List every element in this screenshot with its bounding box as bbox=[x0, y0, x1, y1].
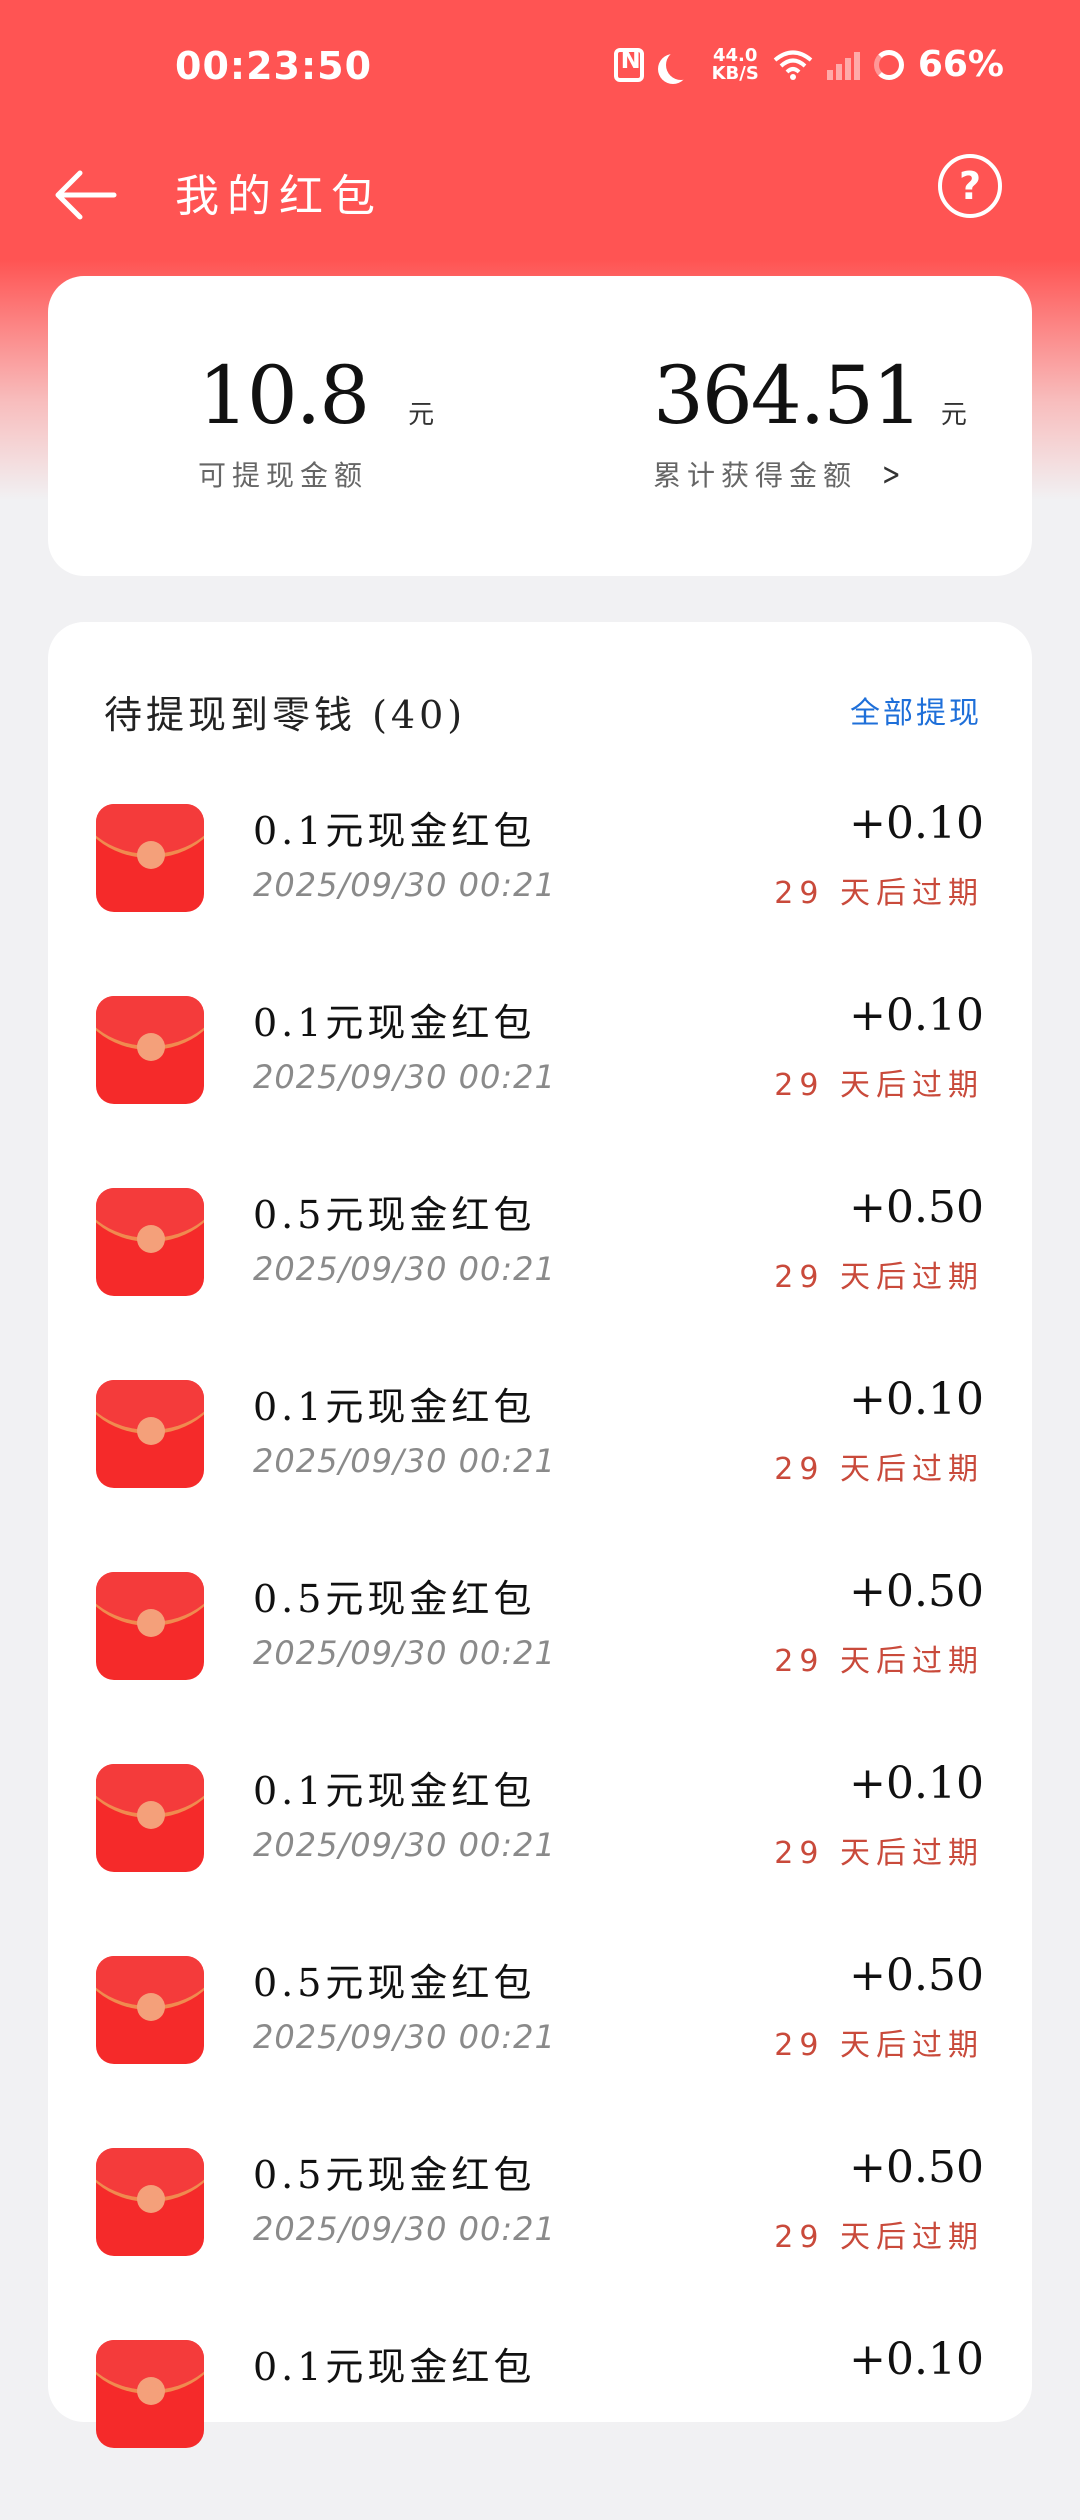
list-item[interactable]: 0.5元现金红包 2025/09/30 00:21 +0.50 29 天后过期 bbox=[48, 2136, 1032, 2328]
wifi-icon bbox=[773, 50, 813, 80]
item-expiry: 29 天后过期 bbox=[774, 1836, 984, 1871]
list-item[interactable]: 0.1元现金红包 +0.10 bbox=[48, 2328, 1032, 2520]
item-expiry: 29 天后过期 bbox=[774, 1068, 984, 1103]
item-amount: +0.50 bbox=[849, 1950, 984, 2001]
item-name: 0.1元现金红包 bbox=[253, 2345, 536, 2389]
item-amount: +0.10 bbox=[849, 1758, 984, 1809]
list-item[interactable]: 0.1元现金红包 2025/09/30 00:21 +0.10 29 天后过期 bbox=[48, 792, 1032, 984]
item-expiry: 29 天后过期 bbox=[774, 2220, 984, 2255]
list-item[interactable]: 0.1元现金红包 2025/09/30 00:21 +0.10 29 天后过期 bbox=[48, 984, 1032, 1176]
cellular-signal-icon bbox=[826, 50, 860, 80]
status-time: 00:23:50 bbox=[175, 44, 373, 88]
battery-percent: 66% bbox=[917, 44, 1004, 85]
item-amount: +0.10 bbox=[849, 798, 984, 849]
list-item[interactable]: 0.5元现金红包 2025/09/30 00:21 +0.50 29 天后过期 bbox=[48, 1176, 1032, 1368]
pending-list-title: 待提现到零钱 (40) bbox=[104, 693, 467, 737]
status-bar: 00:23:50 44.0 KB/S 66% bbox=[0, 0, 1080, 140]
item-date: 2025/09/30 00:21 bbox=[253, 1058, 556, 1096]
item-amount: +0.50 bbox=[849, 1566, 984, 1617]
item-date: 2025/09/30 00:21 bbox=[253, 1442, 556, 1480]
red-packet-icon bbox=[96, 1380, 204, 1488]
network-speed-unit: KB/S bbox=[711, 62, 759, 84]
red-packet-icon bbox=[96, 996, 204, 1104]
red-packet-icon bbox=[96, 2340, 204, 2448]
list-item[interactable]: 0.1元现金红包 2025/09/30 00:21 +0.10 29 天后过期 bbox=[48, 1368, 1032, 1560]
total-earned-amount: 364.51 bbox=[653, 349, 923, 442]
item-name: 0.1元现金红包 bbox=[253, 809, 536, 853]
network-speed: 44.0 KB/S bbox=[711, 44, 759, 84]
item-date: 2025/09/30 00:21 bbox=[253, 2210, 556, 2248]
withdraw-all-button[interactable]: 全部提现 bbox=[850, 688, 982, 732]
item-amount: +0.50 bbox=[849, 1182, 984, 1233]
item-name: 0.1元现金红包 bbox=[253, 1769, 536, 1813]
red-packet-icon bbox=[96, 2148, 204, 2256]
item-expiry: 29 天后过期 bbox=[774, 876, 984, 911]
nfc-icon bbox=[613, 46, 644, 82]
item-date: 2025/09/30 00:21 bbox=[253, 866, 556, 904]
item-name: 0.1元现金红包 bbox=[253, 1385, 536, 1429]
item-amount: +0.10 bbox=[849, 990, 984, 1041]
item-name: 0.5元现金红包 bbox=[253, 1961, 536, 2005]
list-item[interactable]: 0.5元现金红包 2025/09/30 00:21 +0.50 29 天后过期 bbox=[48, 1944, 1032, 2136]
item-expiry: 29 天后过期 bbox=[774, 2028, 984, 2063]
back-arrow-icon[interactable] bbox=[50, 160, 120, 230]
page-title: 我的红包 bbox=[175, 171, 383, 222]
battery-icon bbox=[873, 49, 904, 80]
item-date: 2025/09/30 00:21 bbox=[253, 1634, 556, 1672]
list-item[interactable]: 0.5元现金红包 2025/09/30 00:21 +0.50 29 天后过期 bbox=[48, 1560, 1032, 1752]
withdrawable-label: 可提现金额 bbox=[198, 459, 369, 492]
item-name: 0.5元现金红包 bbox=[253, 2153, 536, 2197]
help-icon[interactable]: ? bbox=[938, 154, 1002, 218]
item-expiry: 29 天后过期 bbox=[774, 1260, 984, 1295]
withdrawable-stat: 10.8 元 可提现金额 bbox=[198, 356, 434, 494]
withdrawable-amount: 10.8 bbox=[198, 349, 370, 442]
item-date: 2025/09/30 00:21 bbox=[253, 2018, 556, 2056]
withdrawable-unit: 元 bbox=[408, 400, 435, 430]
red-packet-list: 0.1元现金红包 2025/09/30 00:21 +0.10 29 天后过期 … bbox=[48, 792, 1032, 2520]
item-expiry: 29 天后过期 bbox=[774, 1452, 984, 1487]
app-header: 我的红包 ? bbox=[0, 140, 1080, 250]
red-packet-icon bbox=[96, 1188, 204, 1296]
item-expiry: 29 天后过期 bbox=[774, 1644, 984, 1679]
item-date: 2025/09/30 00:21 bbox=[253, 1250, 556, 1288]
red-packet-icon bbox=[96, 1572, 204, 1680]
total-earned-unit: 元 bbox=[940, 400, 967, 430]
total-earned-stat[interactable]: 364.51 元 累计获得金额 > bbox=[653, 356, 967, 494]
total-earned-label: 累计获得金额 bbox=[653, 459, 858, 492]
red-packet-icon bbox=[96, 1956, 204, 2064]
status-icons: 44.0 KB/S 66% bbox=[613, 44, 1004, 85]
item-amount: +0.50 bbox=[849, 2142, 984, 2193]
pending-list-card: 待提现到零钱 (40) 全部提现 0.1元现金红包 2025/09/30 00:… bbox=[48, 622, 1032, 2448]
network-speed-value: 44.0 bbox=[713, 44, 758, 66]
item-date: 2025/09/30 00:21 bbox=[253, 1826, 556, 1864]
item-name: 0.5元现金红包 bbox=[253, 1577, 536, 1621]
red-packet-icon bbox=[96, 1764, 204, 1872]
item-name: 0.1元现金红包 bbox=[253, 1001, 536, 1045]
red-packet-icon bbox=[96, 804, 204, 912]
item-amount: +0.10 bbox=[849, 1374, 984, 1425]
item-name: 0.5元现金红包 bbox=[253, 1193, 536, 1237]
balance-summary-card: 10.8 元 可提现金额 364.51 元 累计获得金额 > bbox=[48, 276, 1032, 576]
item-amount: +0.10 bbox=[849, 2334, 984, 2385]
chevron-right-icon[interactable]: > bbox=[882, 455, 905, 493]
list-item[interactable]: 0.1元现金红包 2025/09/30 00:21 +0.10 29 天后过期 bbox=[48, 1752, 1032, 1944]
do-not-disturb-icon bbox=[666, 50, 696, 80]
